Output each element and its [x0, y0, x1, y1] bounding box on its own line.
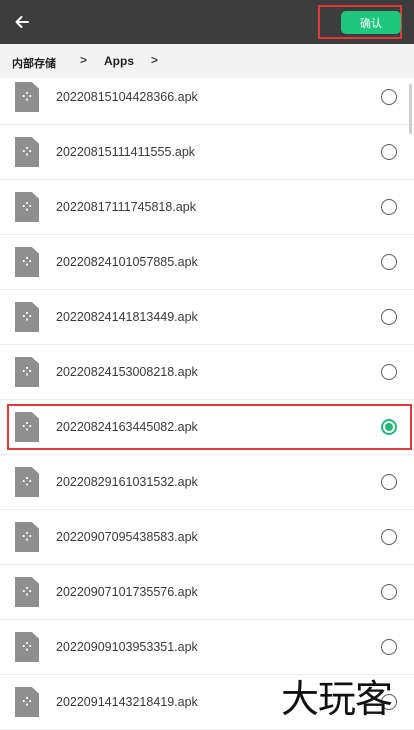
file-name: 20220914143218419.apk: [56, 695, 198, 709]
grid-glyph-icon: ⁘: [21, 695, 33, 709]
apk-file-icon: ⁘: [15, 247, 39, 277]
file-name: 20220815111411555.apk: [56, 145, 196, 159]
file-row[interactable]: ⁘ 20220907095438583.apk: [0, 510, 414, 565]
grid-glyph-icon: ⁘: [21, 530, 33, 544]
file-row[interactable]: ⁘ 20220829161031532.apk: [0, 455, 414, 510]
apk-file-icon: ⁘: [15, 357, 39, 387]
apk-file-icon: ⁘: [15, 302, 39, 332]
file-name: 20220824141813449.apk: [56, 310, 198, 324]
radio-unselected[interactable]: [381, 639, 397, 655]
grid-glyph-icon: ⁘: [21, 200, 33, 214]
file-name: 20220817111745818.apk: [56, 200, 196, 214]
file-name: 20220829161031532.apk: [56, 475, 198, 489]
apk-file-icon: ⁘: [15, 467, 39, 497]
file-row[interactable]: ⁘ 20220815104428366.apk: [0, 70, 414, 125]
file-name: 20220815104428366.apk: [56, 90, 198, 104]
grid-glyph-icon: ⁘: [21, 90, 33, 104]
arrow-left-icon: [15, 16, 29, 28]
apk-file-icon: ⁘: [15, 577, 39, 607]
grid-glyph-icon: ⁘: [21, 365, 33, 379]
file-row[interactable]: ⁘ 20220824101057885.apk: [0, 235, 414, 290]
grid-glyph-icon: ⁘: [21, 585, 33, 599]
file-name: 20220824101057885.apk: [56, 255, 198, 269]
grid-glyph-icon: ⁘: [21, 145, 33, 159]
apk-file-icon: ⁘: [15, 522, 39, 552]
file-name: 20220907101735576.apk: [56, 585, 198, 599]
file-name: 20220824153008218.apk: [56, 365, 198, 379]
breadcrumb-separator: >: [80, 53, 88, 67]
back-button[interactable]: [8, 8, 36, 36]
radio-unselected[interactable]: [381, 474, 397, 490]
radio-unselected[interactable]: [381, 89, 397, 105]
apk-file-icon: ⁘: [15, 137, 39, 167]
radio-unselected[interactable]: [381, 309, 397, 325]
radio-unselected[interactable]: [381, 584, 397, 600]
grid-glyph-icon: ⁘: [21, 255, 33, 269]
file-name: 20220907095438583.apk: [56, 530, 198, 544]
radio-unselected[interactable]: [381, 254, 397, 270]
radio-unselected[interactable]: [381, 364, 397, 380]
grid-glyph-icon: ⁘: [21, 310, 33, 324]
radio-unselected[interactable]: [381, 529, 397, 545]
grid-glyph-icon: ⁘: [21, 475, 33, 489]
radio-unselected[interactable]: [381, 199, 397, 215]
grid-glyph-icon: ⁘: [21, 640, 33, 654]
confirm-button[interactable]: 确认: [341, 11, 401, 34]
file-row[interactable]: ⁘ 20220824141813449.apk: [0, 290, 414, 345]
file-row[interactable]: ⁘ 20220815111411555.apk: [0, 125, 414, 180]
selected-row-highlight-frame: [7, 404, 412, 450]
file-row[interactable]: ⁘ 20220817111745818.apk: [0, 180, 414, 235]
scrollbar[interactable]: [409, 84, 412, 134]
apk-file-icon: ⁘: [15, 687, 39, 717]
radio-unselected[interactable]: [381, 144, 397, 160]
file-row[interactable]: ⁘ 20220907101735576.apk: [0, 565, 414, 620]
breadcrumb-internal-storage[interactable]: 内部存储: [12, 55, 56, 71]
breadcrumb-separator: >: [151, 53, 159, 67]
watermark-logo: 大玩客: [281, 677, 393, 721]
breadcrumb-apps[interactable]: Apps: [104, 54, 134, 68]
apk-file-icon: ⁘: [15, 82, 39, 112]
top-bar: 确认: [0, 0, 414, 44]
file-row[interactable]: ⁘ 20220909103953351.apk: [0, 620, 414, 675]
apk-file-icon: ⁘: [15, 632, 39, 662]
apk-file-icon: ⁘: [15, 192, 39, 222]
file-name: 20220909103953351.apk: [56, 640, 198, 654]
file-row[interactable]: ⁘ 20220824153008218.apk: [0, 345, 414, 400]
